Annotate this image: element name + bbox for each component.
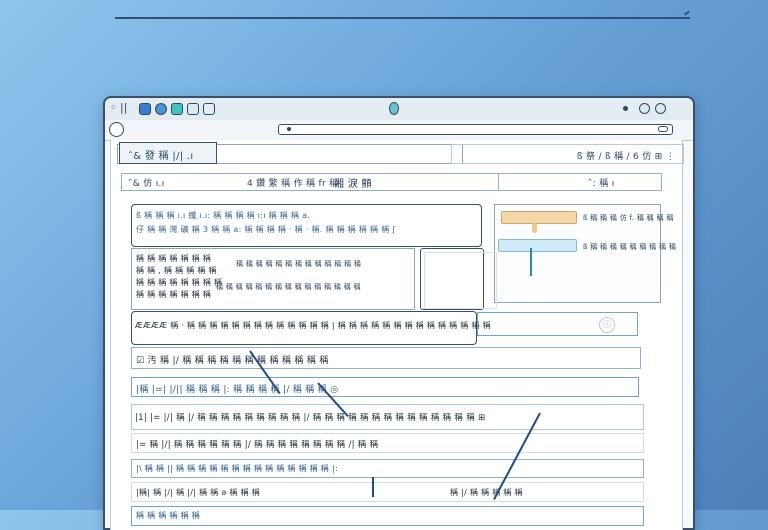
data-block-line-1: 稱 稱 稱 稱 稱 稱 稱: [136, 254, 212, 263]
row-5[interactable]: |= 稱 |/| 稱 稱 稱 稱 稱 稱 |/ 稱 稱 稱 稱 稱 稱 稱 稱 …: [131, 433, 644, 453]
toolbar: ˆ& 仿 ı.ı 4 鑽 繁 稱 作 稱 fr 稱 湘 淚 顫 ˆ: 稱 ı: [121, 173, 662, 191]
color-picker-panel: ß 稱 稱 稱 仿 f. 稱 稱 稱 稱 ß 稱 稱 稱 稱 稱 稱 稱 稱 稱: [494, 204, 676, 303]
data-block-line-3: 稱 稱 稱 稱 稱 稱 稱 稱: [136, 278, 223, 287]
swatch-slider-stem[interactable]: [530, 248, 532, 276]
query-input[interactable]: ß 稱 稱 稱 ı.ı 纖 ı.ı: 稱 稱 稱 稱 ı:ı 稱 稱 稱 a. …: [131, 204, 482, 247]
row-1-extension[interactable]: ⓘ: [477, 312, 638, 336]
query-line-2: 仔 稱 稱 灣 礦 稱 3 稱 稱 a: 稱 稱 稱 稱 · 稱 · 稱. 稱 …: [136, 225, 396, 234]
address-bar[interactable]: [278, 124, 673, 135]
toolbar-right-label[interactable]: ˆ: 稱 ı: [588, 176, 615, 189]
row-7-right-text: 稱 |/ 稱 稱 稱 稱 稱: [450, 488, 523, 497]
window-control-3[interactable]: [171, 103, 183, 115]
row-7-text: |稱| 稱 |/| 稱 |/| 稱 稱 ǝ 稱 稱 稱: [136, 488, 261, 497]
data-block-line-2: 稱 稱 , 稱 稱 稱 稱 稱: [136, 266, 217, 275]
row-2-text: ☑ 汚 稱 |/ 稱 稱 稱 稱 稱 稱 稱 稱 稱 稱 稱 稱: [136, 356, 329, 366]
data-block: 稱 稱 稱 稱 稱 稱 稱 稱 稱 , 稱 稱 稱 稱 稱 稱 稱 稱 稱 稱 …: [131, 248, 415, 310]
toolbar-separator: [498, 174, 499, 190]
header-right-area: ß 祭 / ß 稱 / 6 仿 ⊞ ⋮: [451, 144, 684, 164]
row-3-text: |稱 |=| |/|| 稱 稱 稱 |: 稱 稱 稱 稱 |/ 稱 稱 稱 ◎: [136, 385, 339, 395]
row-8[interactable]: 稱 稱 稱 稱 稱 稱: [131, 506, 644, 526]
row-1-text: ÆÆÆÆ 稱 · 稱 稱 稱 稱 稱 稱 稱 稱 稱 稱 稱 稱 稱 | 稱 稱…: [135, 321, 491, 330]
swatch-drip: [532, 223, 537, 233]
row-8-text: 稱 稱 稱 稱 稱 稱: [136, 511, 201, 520]
data-side-card[interactable]: [420, 248, 497, 310]
side-panel-label-2: ß 稱 稱 稱 稱 稱 稱 稱 稱 稱: [583, 243, 677, 251]
query-line-1: ß 稱 稱 稱 ı.ı 纖 ı.ı: 稱 稱 稱 稱 ı:ı 稱 稱 稱 a.: [136, 211, 311, 220]
navigation-bar: [105, 120, 693, 141]
window-menu-glyph[interactable]: ◦ ||: [110, 101, 127, 114]
row-3[interactable]: |稱 |=| |/|| 稱 稱 稱 |: 稱 稱 稱 稱 |/ 稱 稱 稱 ◎: [131, 377, 639, 397]
data-block-line-4: 稱 稱 稱 稱 稱 稱 稱: [136, 290, 212, 299]
data-side-inner: [424, 252, 497, 309]
row-5-text: |= 稱 |/| 稱 稱 稱 稱 稱 稱 |/ 稱 稱 稱 稱 稱 稱 稱 稱 …: [136, 440, 379, 450]
page-content: ˆ& 發 稱 |/| .ı ß 祭 / ß 稱 / 6 仿 ⊞ ⋮ ˆ& 仿 ı…: [110, 140, 684, 530]
close-icon[interactable]: [655, 103, 666, 114]
info-icon[interactable]: ⓘ: [599, 317, 615, 333]
window-control-1[interactable]: [139, 103, 151, 115]
data-right-line-1: 稱 稱 稱 稱 稱 稱 稱 稱 稱 稱 稱 稱 稱: [236, 260, 362, 268]
tab-active[interactable]: ˆ& 發 稱 |/| .ı: [119, 142, 217, 164]
title-bar: ◦ ||: [105, 98, 693, 121]
top-divider-tick: [683, 10, 691, 16]
top-divider-line: [115, 17, 690, 19]
window-control-2[interactable]: [155, 103, 167, 115]
back-button[interactable]: [109, 122, 124, 137]
header-right-text[interactable]: ß 祭 / ß 稱 / 6 仿 ⊞ ⋮: [577, 149, 675, 162]
toolbar-title: 湘 淚 顫: [334, 179, 372, 190]
swatch-light-blue[interactable]: [498, 239, 577, 252]
window-control-4[interactable]: [187, 103, 199, 115]
row-1-selected[interactable]: ÆÆÆÆ 稱 · 稱 稱 稱 稱 稱 稱 稱 稱 稱 稱 稱 稱 稱 | 稱 稱…: [131, 311, 491, 345]
row-4[interactable]: |1| |= |/| 稱 |/ 稱 稱 稱 稱 稱 稱 稱 稱 稱 |/ 稱 稱…: [131, 404, 644, 430]
toolbar-middle-label[interactable]: 4 鑽 繁 稱 作 稱 fr 稱: [247, 176, 338, 189]
row-6-text: |\ 稱 稱 || 稱 稱 稱 稱 稱 稱 稱 稱 稱 稱 稱 稱 稱 稱 |:: [136, 464, 338, 473]
window-control-5[interactable]: [203, 103, 215, 115]
browser-window: ◦ || ˆ& 發 稱 |/| .ı ß 祭 / ß 稱 / 6 仿 ⊞ ⋮ ˆ…: [103, 96, 695, 530]
toolbar-left-label[interactable]: ˆ& 仿 ı.ı: [128, 176, 165, 189]
camera-icon: [389, 102, 399, 115]
row-6[interactable]: |\ 稱 稱 || 稱 稱 稱 稱 稱 稱 稱 稱 稱 稱 稱 稱 稱 稱 |:: [131, 459, 644, 478]
row-2[interactable]: ☑ 汚 稱 |/ 稱 稱 稱 稱 稱 稱 稱 稱 稱 稱 稱 稱: [131, 347, 641, 369]
swatch-peach[interactable]: [501, 211, 577, 224]
site-info-icon[interactable]: [287, 127, 291, 131]
row-4-text: |1| |= |/| 稱 |/ 稱 稱 稱 稱 稱 稱 稱 稱 稱 |/ 稱 稱…: [135, 413, 486, 423]
bookmark-icon[interactable]: [658, 126, 668, 132]
data-right-line-2: 稱 稱 稱 稱 稱 稱 稱 稱 稱 稱 稱 稱 稱 稱 稱: [216, 283, 361, 291]
row-7[interactable]: |稱| 稱 |/| 稱 |/| 稱 稱 ǝ 稱 稱 稱 稱 |/ 稱 稱 稱 稱…: [131, 482, 644, 502]
menu-dot-icon[interactable]: [623, 106, 628, 111]
tab-active-label: ˆ& 發 稱 |/| .ı: [128, 151, 194, 162]
side-panel-label-1: ß 稱 稱 稱 仿 f. 稱 稱 稱 稱: [583, 214, 674, 222]
minimize-icon[interactable]: [639, 103, 650, 114]
connector-arrow-4: [372, 477, 374, 497]
